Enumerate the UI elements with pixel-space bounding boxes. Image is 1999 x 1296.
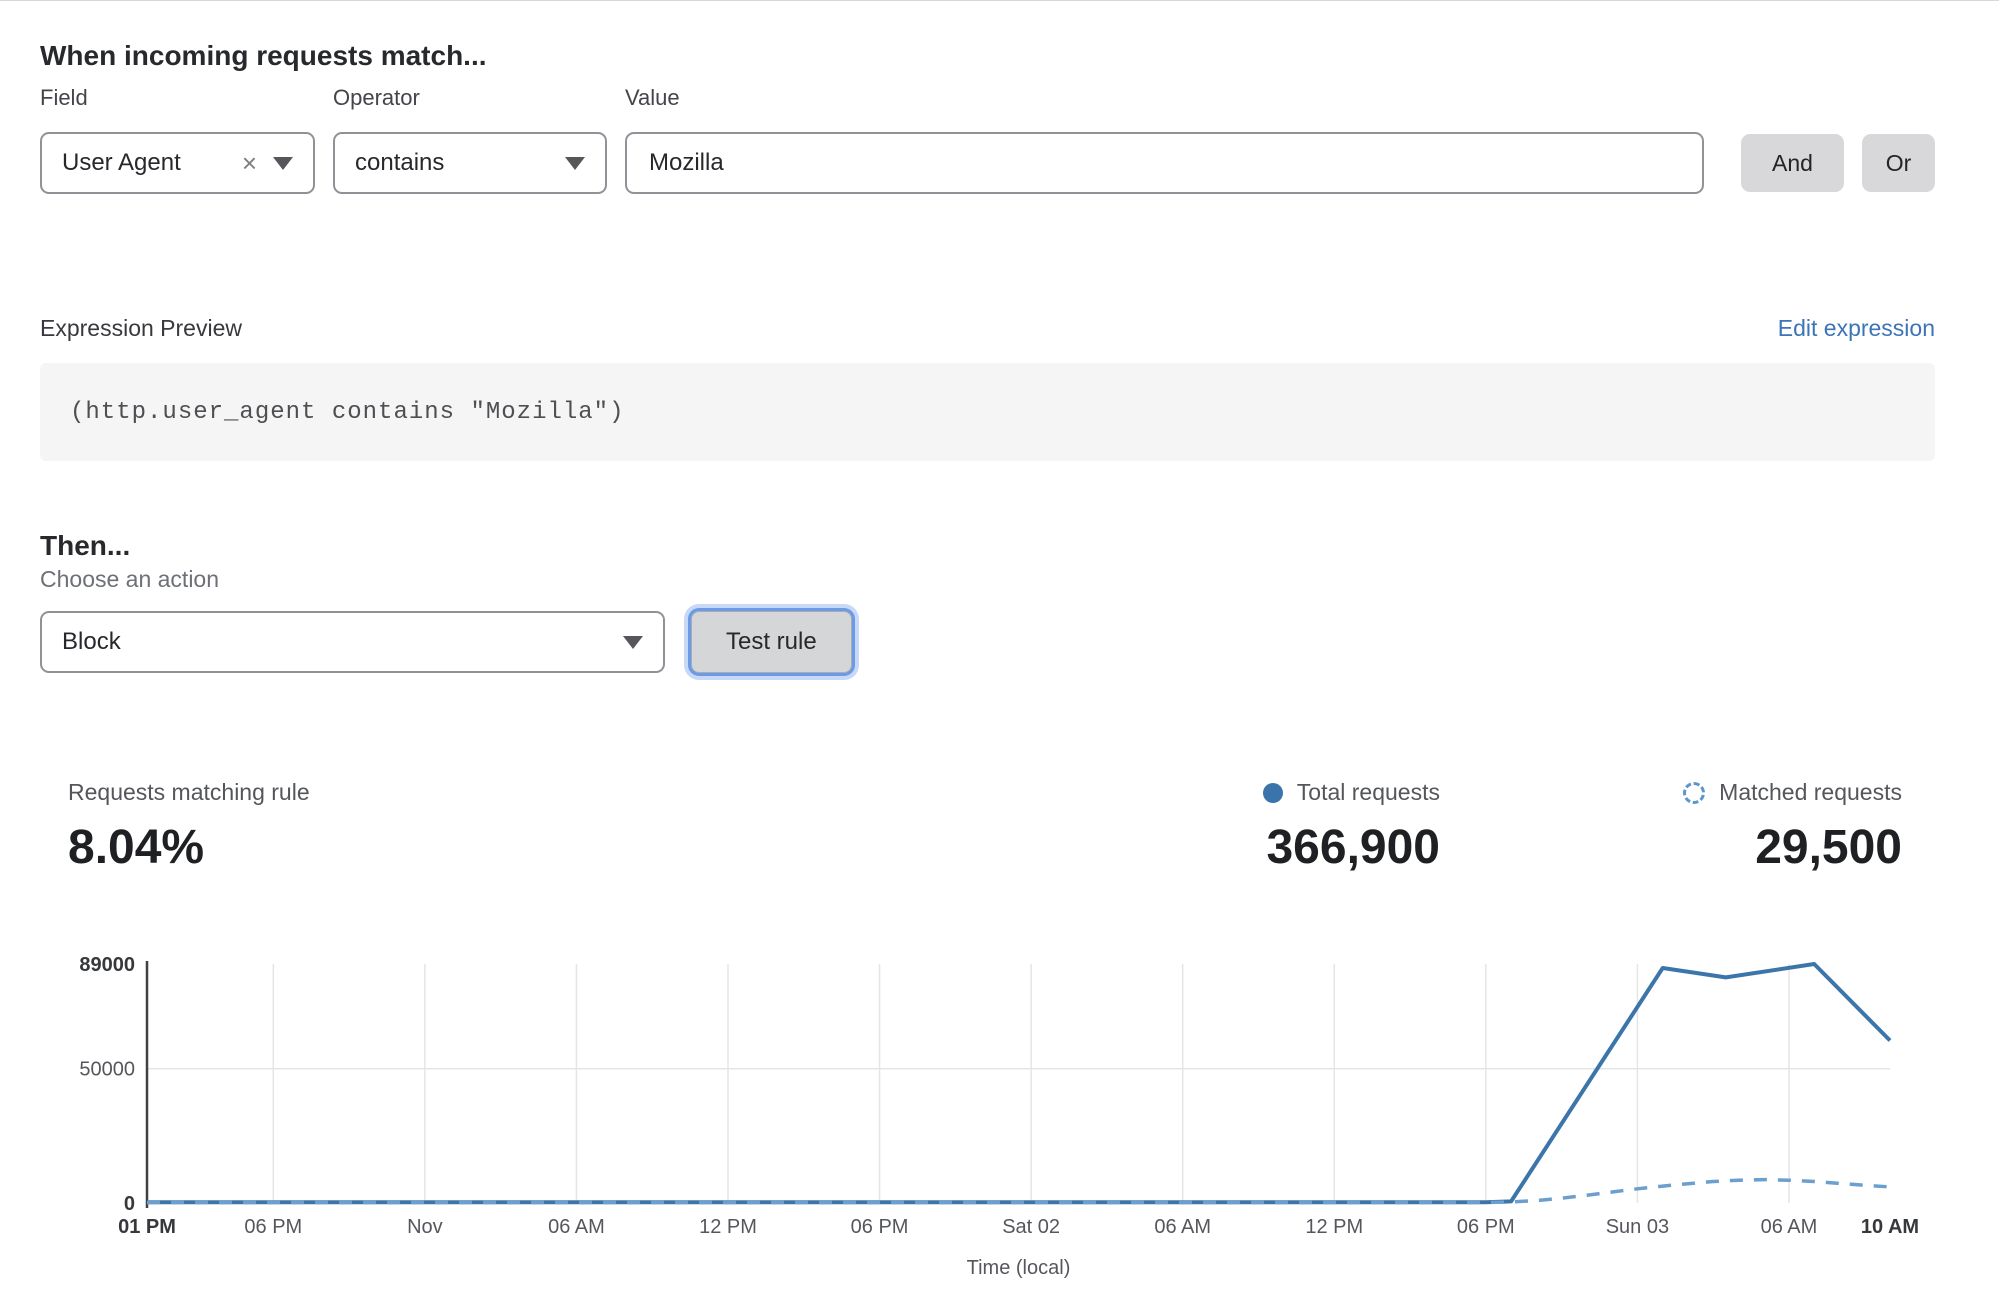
field-select-value: User Agent (62, 149, 181, 177)
operator-select[interactable]: contains (333, 132, 607, 194)
total-requests-legend: Total requests (1263, 779, 1440, 806)
total-requests-dot-icon (1263, 783, 1283, 803)
expression-preview-label: Expression Preview (40, 315, 242, 342)
total-requests-line (147, 964, 1890, 1202)
clear-field-icon[interactable]: × (236, 150, 263, 176)
rule-builder-labels: Field Operator Value (40, 85, 680, 111)
matched-requests-legend: Matched requests (1683, 779, 1902, 806)
action-row: Block Test rule (40, 611, 852, 673)
x-tick-label: 06 PM (1457, 1216, 1515, 1238)
operator-select-value: contains (355, 149, 444, 177)
field-select[interactable]: User Agent × (40, 132, 315, 194)
requests-matching-value: 8.04% (68, 820, 310, 875)
x-tick-label: 12 PM (699, 1216, 757, 1238)
x-tick-label: Sun 03 (1606, 1216, 1669, 1238)
value-label: Value (625, 85, 680, 111)
requests-matching-stat: Requests matching rule 8.04% (68, 779, 310, 875)
y-tick-label: 0 (124, 1193, 135, 1215)
y-tick-label: 50000 (79, 1059, 135, 1081)
x-tick-label: Sat 02 (1002, 1216, 1060, 1238)
firewall-rule-builder-page: { "header": { "title": "When incoming re… (0, 0, 1999, 1295)
chevron-down-icon (623, 636, 643, 649)
edit-expression-link[interactable]: Edit expression (1778, 315, 1935, 342)
total-requests-stat: Total requests 366,900 (1263, 779, 1440, 875)
y-tick-label: 89000 (79, 954, 135, 976)
field-label: Field (40, 85, 333, 111)
then-heading: Then... (40, 530, 130, 562)
page-title: When incoming requests match... (40, 40, 487, 72)
x-tick-label: 06 PM (851, 1216, 909, 1238)
x-tick-label: 01 PM (118, 1216, 176, 1238)
matched-requests-dashed-circle-icon (1683, 782, 1705, 804)
requests-matching-label: Requests matching rule (68, 779, 310, 806)
x-axis-title: Time (local) (967, 1257, 1071, 1279)
expression-preview-box: (http.user_agent contains "Mozilla") (40, 363, 1935, 461)
x-tick-label: 06 AM (1154, 1216, 1211, 1238)
total-requests-value: 366,900 (1263, 820, 1440, 875)
matched-requests-stat: Matched requests 29,500 (1683, 779, 1902, 875)
x-tick-label: 12 PM (1305, 1216, 1363, 1238)
requests-chart: 01 PM 06 PM Nov 06 AM 12 PM 06 PM Sat 02 06 AM 1… (0, 936, 1999, 1296)
chevron-down-icon (273, 157, 293, 170)
matched-requests-value: 29,500 (1683, 820, 1902, 875)
total-requests-label: Total requests (1297, 779, 1440, 806)
and-button[interactable]: And (1741, 134, 1844, 192)
matched-requests-label: Matched requests (1719, 779, 1902, 806)
rule-builder-row: User Agent × contains And Or (40, 132, 1935, 194)
matched-requests-line (147, 1180, 1890, 1203)
action-select[interactable]: Block (40, 611, 665, 673)
x-tick-label: 06 AM (1761, 1216, 1818, 1238)
expression-header: Expression Preview Edit expression (40, 315, 1935, 342)
x-tick-label: 06 AM (548, 1216, 605, 1238)
x-tick-label: 06 PM (244, 1216, 302, 1238)
operator-label: Operator (333, 85, 625, 111)
x-tick-label: Nov (407, 1216, 443, 1238)
choose-action-label: Choose an action (40, 566, 219, 593)
chevron-down-icon (565, 157, 585, 170)
test-rule-button[interactable]: Test rule (691, 611, 852, 673)
value-input[interactable] (625, 132, 1704, 194)
or-button[interactable]: Or (1862, 134, 1935, 192)
action-select-value: Block (62, 628, 121, 656)
expression-code: (http.user_agent contains "Mozilla") (70, 399, 624, 426)
x-tick-label: 10 AM (1861, 1216, 1919, 1238)
